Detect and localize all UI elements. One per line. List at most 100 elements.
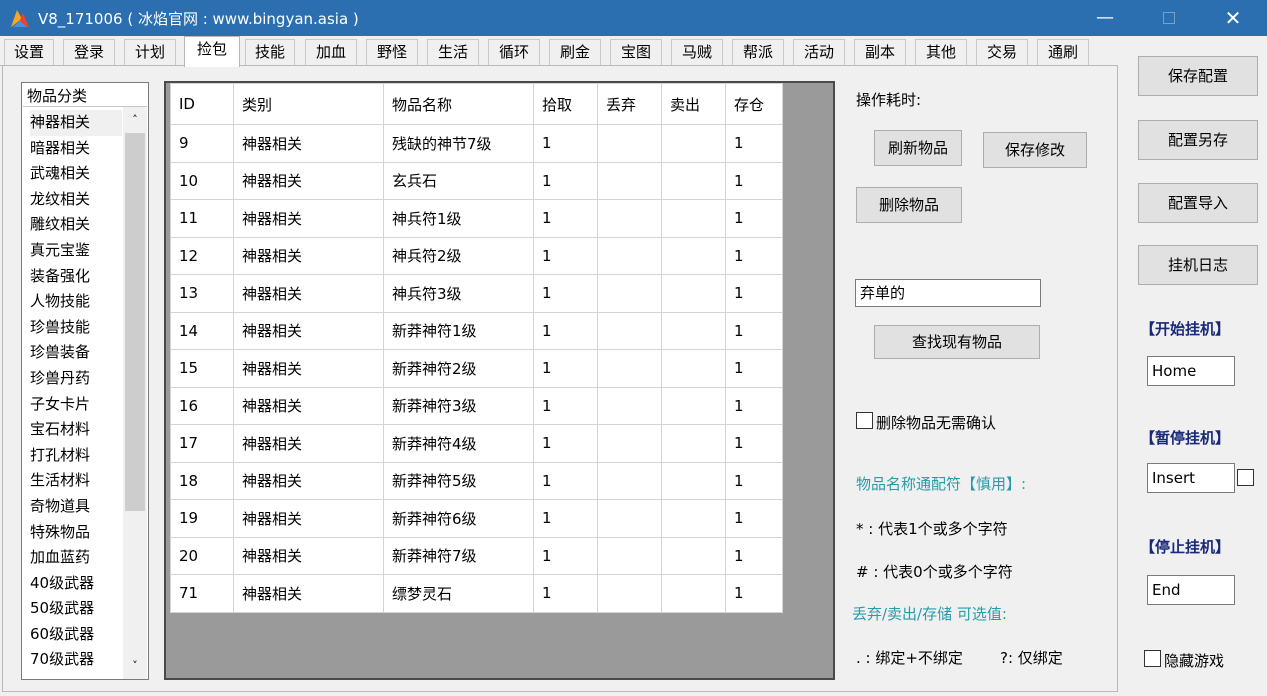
cell-id[interactable]: 20 — [170, 536, 234, 575]
table-row[interactable]: 20 神器相关 新莽神符7级 1 1 — [170, 536, 783, 575]
cell-id[interactable]: 18 — [170, 461, 234, 500]
hide-game-checkbox[interactable] — [1144, 650, 1161, 667]
cell-discard[interactable] — [597, 124, 662, 163]
cell-sell[interactable] — [661, 349, 726, 388]
column-header-pickup[interactable]: 拾取 — [533, 83, 598, 125]
category-item[interactable]: 珍兽装备 — [30, 340, 122, 366]
category-item[interactable]: 宝石材料 — [30, 417, 122, 443]
column-header-category[interactable]: 类别 — [233, 83, 384, 125]
tab-trade[interactable]: 交易 — [976, 39, 1028, 65]
cell-store[interactable]: 1 — [725, 499, 783, 538]
cell-item-name[interactable]: 神兵符2级 — [383, 236, 534, 275]
cell-category[interactable]: 神器相关 — [233, 124, 384, 163]
category-item[interactable]: 50级武器 — [30, 596, 122, 622]
category-item[interactable]: 珍兽技能 — [30, 315, 122, 341]
scroll-up-arrow-icon[interactable]: ˄ — [123, 109, 147, 131]
cell-id[interactable]: 12 — [170, 236, 234, 275]
cell-item-name[interactable]: 神兵符1级 — [383, 199, 534, 238]
column-header-id[interactable]: ID — [170, 83, 234, 125]
tab-loop[interactable]: 循环 — [488, 39, 540, 65]
cell-pickup[interactable]: 1 — [533, 349, 598, 388]
cell-item-name[interactable]: 玄兵石 — [383, 161, 534, 200]
close-button[interactable]: ✕ — [1210, 0, 1256, 36]
cell-pickup[interactable]: 1 — [533, 124, 598, 163]
pause-hotkey-checkbox[interactable] — [1237, 469, 1254, 486]
cell-discard[interactable] — [597, 161, 662, 200]
category-item[interactable]: 70级武器 — [30, 647, 122, 673]
tab-monsters[interactable]: 野怪 — [366, 39, 418, 65]
tab-dungeon[interactable]: 副本 — [854, 39, 906, 65]
cell-id[interactable]: 11 — [170, 199, 234, 238]
table-row[interactable]: 11 神器相关 神兵符1级 1 1 — [170, 199, 783, 238]
cell-id[interactable]: 10 — [170, 161, 234, 200]
save-config-as-button[interactable]: 配置另存 — [1138, 120, 1258, 160]
cell-id[interactable]: 13 — [170, 274, 234, 313]
cell-item-name[interactable]: 新莽神符3级 — [383, 386, 534, 425]
cell-sell[interactable] — [661, 424, 726, 463]
category-item[interactable]: 真元宝鉴 — [30, 238, 122, 264]
category-item[interactable]: 60级武器 — [30, 622, 122, 648]
cell-store[interactable]: 1 — [725, 199, 783, 238]
cell-id[interactable]: 14 — [170, 311, 234, 350]
category-item[interactable]: 龙纹相关 — [30, 187, 122, 213]
category-item[interactable]: 雕纹相关 — [30, 212, 122, 238]
cell-sell[interactable] — [661, 124, 726, 163]
hang-log-button[interactable]: 挂机日志 — [1138, 245, 1258, 285]
cell-pickup[interactable]: 1 — [533, 236, 598, 275]
cell-pickup[interactable]: 1 — [533, 461, 598, 500]
category-item[interactable]: 武魂相关 — [30, 161, 122, 187]
category-item[interactable]: 奇物道具 — [30, 494, 122, 520]
tab-other[interactable]: 其他 — [915, 39, 967, 65]
cell-item-name[interactable]: 神兵符3级 — [383, 274, 534, 313]
cell-pickup[interactable]: 1 — [533, 536, 598, 575]
save-changes-button[interactable]: 保存修改 — [983, 132, 1087, 168]
cell-discard[interactable] — [597, 499, 662, 538]
cell-pickup[interactable]: 1 — [533, 199, 598, 238]
category-item[interactable]: 生活材料 — [30, 468, 122, 494]
tab-pickup[interactable]: 捡包 — [184, 36, 240, 67]
category-item[interactable]: 特殊物品 — [30, 520, 122, 546]
cell-category[interactable]: 神器相关 — [233, 199, 384, 238]
cell-item-name[interactable]: 新莽神符1级 — [383, 311, 534, 350]
column-header-discard[interactable]: 丢弃 — [597, 83, 662, 125]
cell-sell[interactable] — [661, 161, 726, 200]
category-item[interactable]: 装备强化 — [30, 264, 122, 290]
category-item[interactable]: 40级武器 — [30, 571, 122, 597]
category-listbox[interactable]: 物品分类 神器相关 暗器相关 武魂相关 龙纹相关 雕纹相关 真元宝鉴 装备强化 … — [21, 82, 149, 680]
cell-item-name[interactable]: 新莽神符5级 — [383, 461, 534, 500]
tab-farm-all[interactable]: 通刷 — [1037, 39, 1089, 65]
table-row[interactable]: 19 神器相关 新莽神符6级 1 1 — [170, 499, 783, 538]
cell-discard[interactable] — [597, 311, 662, 350]
minimize-button[interactable]: — — [1082, 0, 1128, 36]
cell-store[interactable]: 1 — [725, 424, 783, 463]
cell-store[interactable]: 1 — [725, 386, 783, 425]
cell-id[interactable]: 9 — [170, 124, 234, 163]
tab-treasure-map[interactable]: 宝图 — [610, 39, 662, 65]
cell-sell[interactable] — [661, 386, 726, 425]
tab-skills[interactable]: 技能 — [245, 39, 295, 65]
cell-item-name[interactable]: 残缺的神节7级 — [383, 124, 534, 163]
category-item[interactable]: 暗器相关 — [30, 136, 122, 162]
column-header-store[interactable]: 存仓 — [725, 83, 783, 125]
stop-hotkey-input[interactable]: End — [1147, 575, 1235, 605]
cell-discard[interactable] — [597, 386, 662, 425]
tab-life[interactable]: 生活 — [427, 39, 479, 65]
cell-pickup[interactable]: 1 — [533, 499, 598, 538]
tab-gold[interactable]: 刷金 — [549, 39, 601, 65]
cell-item-name[interactable]: 新莽神符6级 — [383, 499, 534, 538]
tab-bandits[interactable]: 马贼 — [671, 39, 723, 65]
cell-category[interactable]: 神器相关 — [233, 236, 384, 275]
pause-hotkey-input[interactable]: Insert — [1147, 463, 1235, 493]
table-row[interactable]: 9 神器相关 残缺的神节7级 1 1 — [170, 124, 783, 163]
cell-category[interactable]: 神器相关 — [233, 161, 384, 200]
category-item[interactable]: 人物技能 — [30, 289, 122, 315]
cell-discard[interactable] — [597, 461, 662, 500]
cell-store[interactable]: 1 — [725, 349, 783, 388]
refresh-items-button[interactable]: 刷新物品 — [874, 130, 962, 166]
tab-heal[interactable]: 加血 — [305, 39, 357, 65]
category-item[interactable]: 神器相关 — [30, 110, 122, 136]
tab-plan[interactable]: 计划 — [124, 39, 176, 65]
table-row[interactable]: 71 神器相关 缥梦灵石 1 1 — [170, 574, 783, 613]
cell-sell[interactable] — [661, 461, 726, 500]
cell-discard[interactable] — [597, 424, 662, 463]
